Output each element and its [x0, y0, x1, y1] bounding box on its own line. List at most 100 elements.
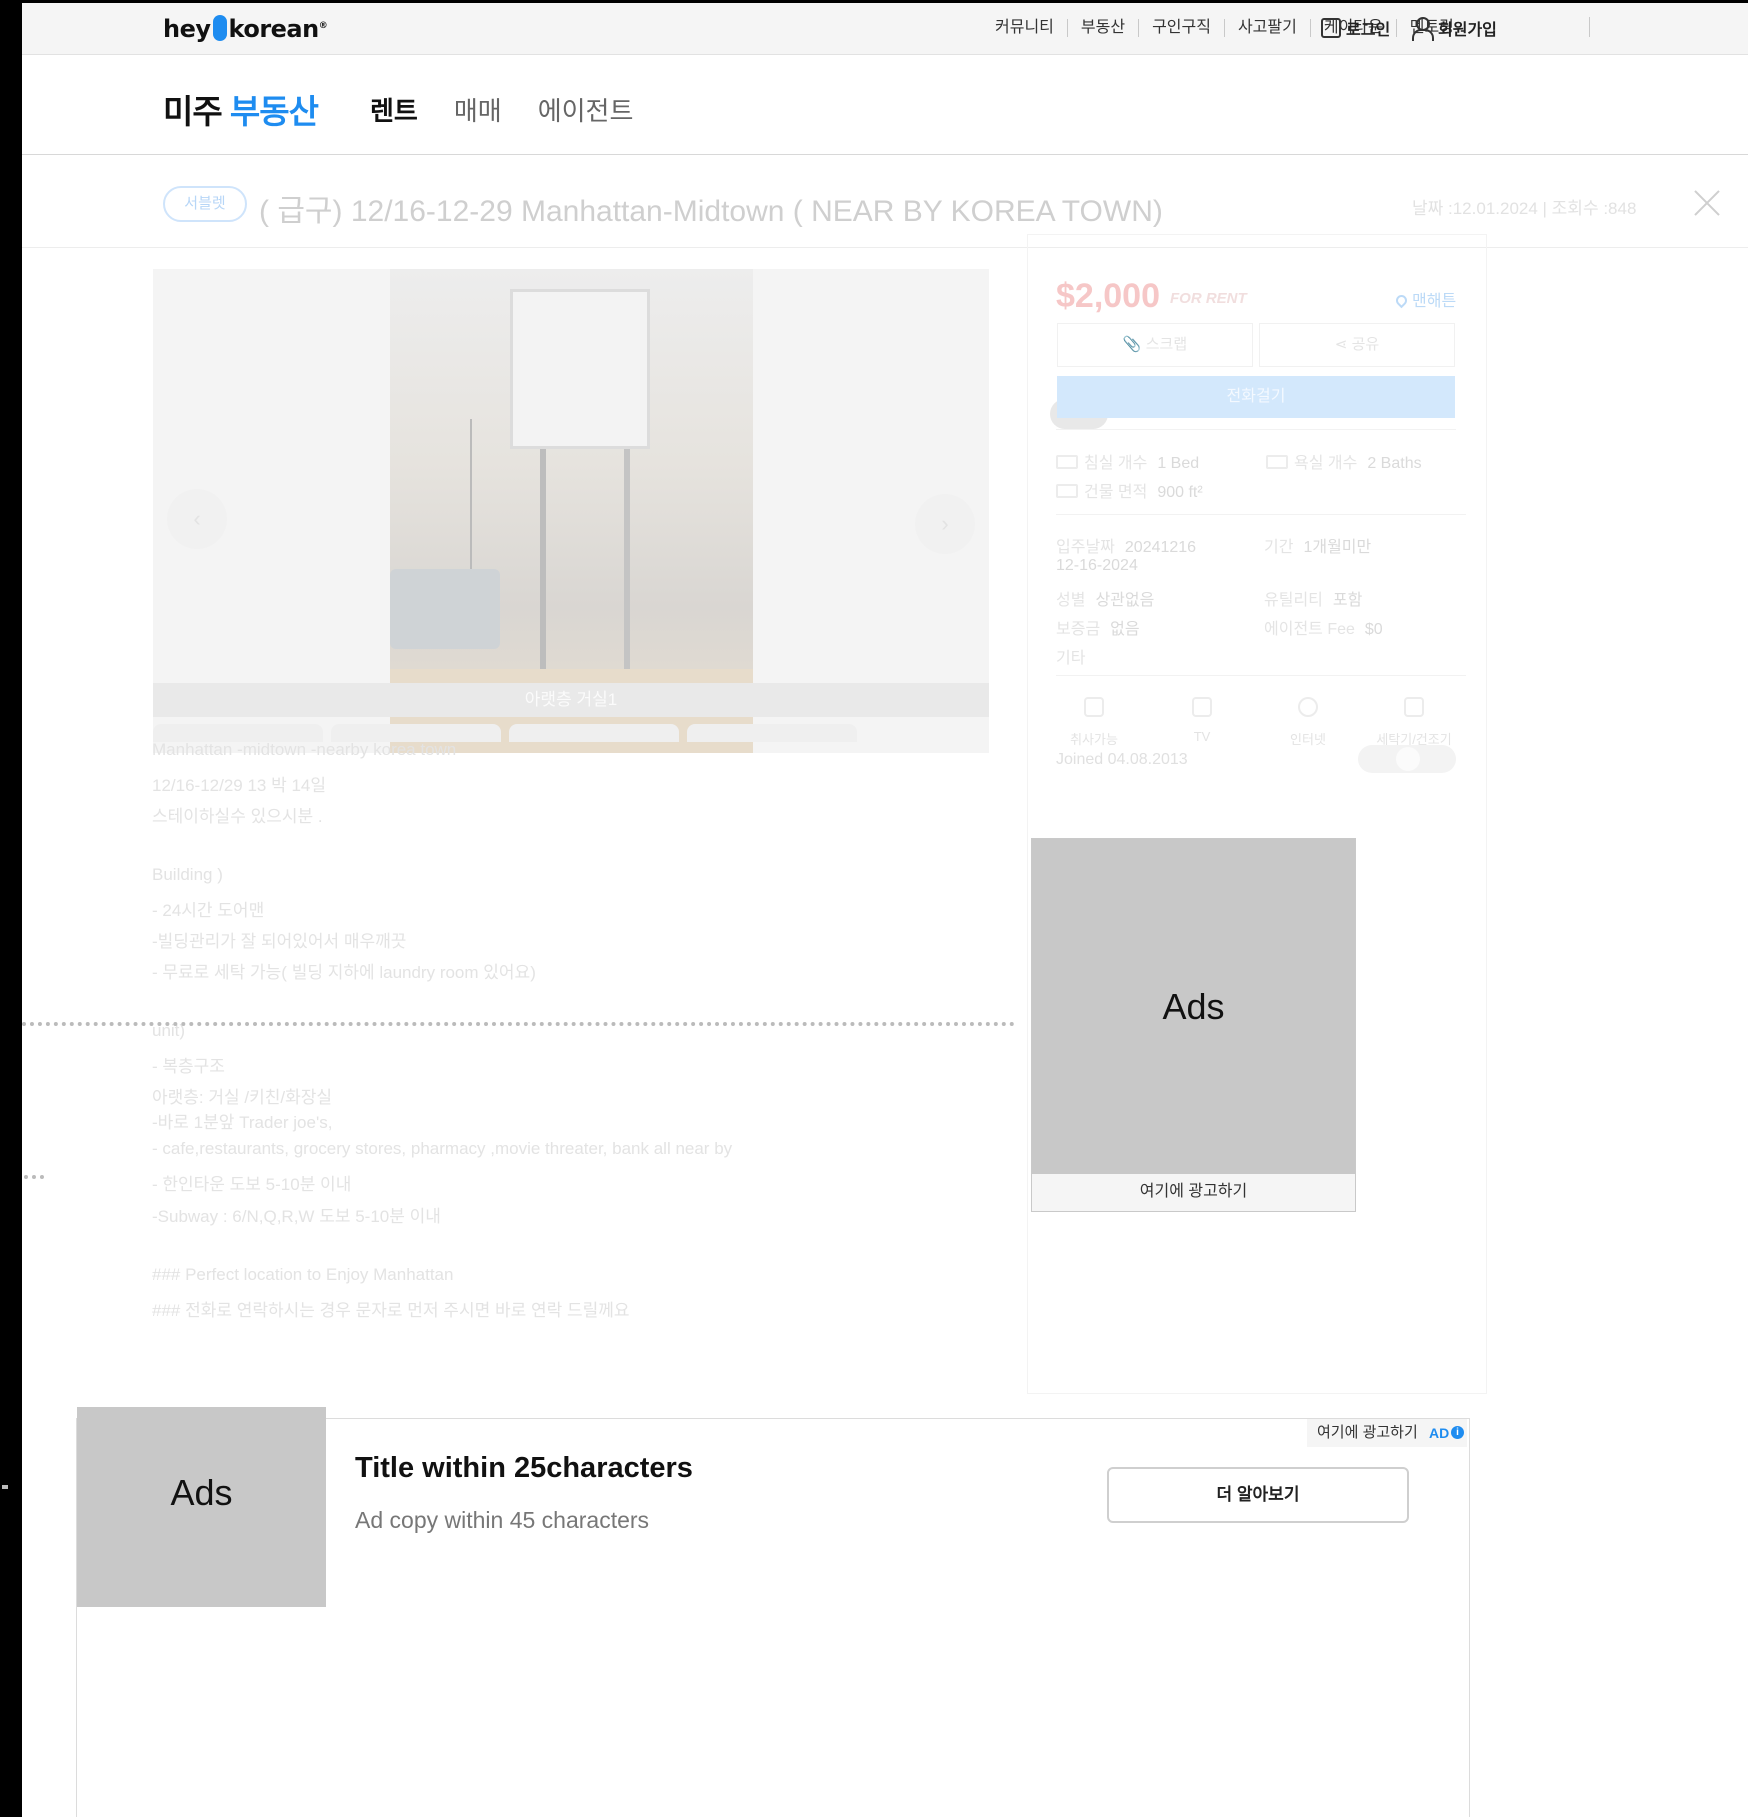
- info-icon: i: [1451, 1426, 1464, 1439]
- logo-text-hey: hey: [163, 15, 211, 43]
- banner-ad: Ads Title within 25characters Ad copy wi…: [76, 1407, 1470, 1817]
- bed-spec: 침실 개수 1 Bed: [1056, 449, 1199, 473]
- location-link[interactable]: 맨해튼: [1393, 287, 1457, 311]
- scrap-label: 스크랩: [1145, 336, 1188, 353]
- option-cooking: 취사가능: [1054, 697, 1134, 748]
- cooking-icon: [1084, 697, 1104, 717]
- top-nav: 커뮤니티 부동산 구인구직 사고팔기 케이타운 멘토링: [982, 19, 1467, 37]
- login-icon: [1321, 18, 1341, 38]
- thumbnail[interactable]: [687, 724, 857, 742]
- tab-rent[interactable]: 렌트: [370, 91, 418, 128]
- side-ad[interactable]: Ads 여기에 광고하기: [1031, 838, 1356, 1212]
- description-line: 12/16-12/29 13 박 14일: [152, 776, 327, 795]
- nav-jobs[interactable]: 구인구직: [1139, 19, 1225, 37]
- listing-type-badge: 서블렛: [163, 186, 247, 222]
- location-label: 맨해튼: [1412, 293, 1457, 310]
- logo-mark-icon: [212, 15, 227, 41]
- listing-title: ( 급구) 12/16-12-29 Manhattan-Midtown ( NE…: [259, 195, 1163, 228]
- description-line: -Subway : 6/N,Q,R,W 도보 5-10분 이내: [152, 1207, 441, 1226]
- nav-marketplace[interactable]: 사고팔기: [1225, 19, 1311, 37]
- next-arrow-icon[interactable]: ›: [915, 494, 975, 554]
- signup-button[interactable]: 회원가입: [1412, 16, 1497, 41]
- banner-advertise-link[interactable]: 여기에 광고하기: [1307, 1419, 1428, 1447]
- description-line: ### Perfect location to Enjoy Manhattan: [152, 1265, 454, 1284]
- dotted-divider-left: [24, 1175, 44, 1179]
- share-button[interactable]: ⋖ 공유: [1259, 323, 1455, 367]
- photo-caption: 아랫층 거실1: [153, 683, 989, 717]
- tab-agent[interactable]: 에이전트: [538, 91, 634, 128]
- login-button[interactable]: 로그인: [1321, 16, 1390, 40]
- gender-spec: 성별 상관없음: [1056, 592, 1155, 609]
- listing-price: $2,000: [1056, 277, 1160, 315]
- call-button[interactable]: 전화걸기: [1057, 376, 1455, 418]
- listing-photo[interactable]: [390, 269, 753, 753]
- listing-info-panel: $2,000 FOR RENT 맨해튼 📎 스크랩 ⋖ 공유 전화걸기 침실 개…: [1027, 234, 1487, 1394]
- description-line: Manhattan -midtown -nearby korea town: [152, 740, 457, 759]
- listing-title-bar: 서블렛 ( 급구) 12/16-12-29 Manhattan-Midtown …: [22, 156, 1748, 248]
- logo-text-korean: korean: [228, 15, 320, 43]
- photo-gallery: 1 / 4 ‹ ›: [153, 269, 1108, 753]
- etc-spec: 기타: [1056, 650, 1086, 667]
- description-line: - 복층구조: [152, 1057, 225, 1076]
- login-label: 로그인: [1346, 22, 1391, 39]
- globe-icon: [1298, 697, 1318, 717]
- option-laundry: 세탁기/건조기: [1374, 697, 1454, 748]
- signup-label: 회원가입: [1438, 22, 1497, 39]
- learn-more-button[interactable]: 더 알아보기: [1107, 1467, 1409, 1523]
- close-icon[interactable]: [1690, 186, 1724, 220]
- description-line: - cafe,restaurants, grocery stores, phar…: [152, 1139, 733, 1158]
- banner-ad-copy: Ad copy within 45 characters: [355, 1507, 650, 1533]
- bath-spec: 욕실 개수 2 Baths: [1266, 449, 1422, 473]
- description-line: - 한인타운 도보 5-10분 이내: [152, 1175, 352, 1194]
- listing-meta: 날짜 :12.01.2024 | 조회수 :848: [1412, 199, 1637, 218]
- browser-frame: hey korean® 커뮤니티 부동산 구인구직 사고팔기 케이타운 멘토링 로…: [22, 3, 1748, 1817]
- description-line: - 무료로 세탁 가능( 빌딩 지하에 laundry room 있어요): [152, 963, 536, 982]
- description-line: ### 전화로 연락하시는 경우 문자로 먼저 주시면 바로 연락 드릴께요: [152, 1301, 630, 1320]
- area-icon: [1056, 484, 1078, 498]
- heykorean-logo[interactable]: hey korean®: [163, 15, 328, 43]
- dotted-divider: [22, 1022, 1015, 1026]
- tab-sale[interactable]: 매매: [454, 91, 502, 128]
- banner-ad-title: Title within 25characters: [355, 1452, 693, 1484]
- deposit-spec: 보증금 없음: [1056, 621, 1140, 638]
- side-ad-placeholder[interactable]: Ads: [1032, 839, 1355, 1174]
- bed-icon: [1056, 455, 1078, 469]
- banner-ad-placeholder[interactable]: Ads: [77, 1407, 326, 1607]
- area-spec: 건물 면적 900 ft²: [1056, 478, 1203, 502]
- period-spec: 기간 1개월미만: [1264, 539, 1372, 556]
- top-utility-bar: hey korean® 커뮤니티 부동산 구인구직 사고팔기 케이타운 멘토링 로…: [22, 3, 1748, 55]
- price-type: FOR RENT: [1170, 290, 1247, 307]
- nav-real-estate[interactable]: 부동산: [1068, 19, 1140, 37]
- bathtub-icon: [1266, 455, 1288, 469]
- description-line: 스테이하실수 있으시분 .: [152, 807, 323, 826]
- section-header: 미주 부동산 렌트 매매 에이전트: [22, 55, 1748, 155]
- thumbnail[interactable]: [509, 724, 679, 742]
- section-tabs: 렌트 매매 에이전트: [370, 91, 633, 128]
- option-internet: 인터넷: [1268, 697, 1348, 748]
- utility-spec: 유틸리티 포함: [1264, 592, 1363, 609]
- nav-community[interactable]: 커뮤니티: [982, 19, 1068, 37]
- option-tv: TV: [1162, 697, 1242, 744]
- panel-toggle[interactable]: [1358, 745, 1456, 773]
- prev-arrow-icon[interactable]: ‹: [167, 489, 227, 549]
- side-ad-advertise-link[interactable]: 여기에 광고하기: [1032, 1175, 1355, 1211]
- movein-spec: 입주날짜 20241216: [1056, 539, 1197, 556]
- scrap-button[interactable]: 📎 스크랩: [1057, 323, 1253, 367]
- map-pin-icon: [1393, 292, 1410, 309]
- description-line: -바로 1분앞 Trader joe's,: [152, 1113, 333, 1132]
- brand-accent: 부동산: [229, 93, 319, 130]
- edge-dot: [2, 1485, 8, 1489]
- user-add-icon: [1412, 17, 1434, 41]
- washer-icon: [1404, 697, 1424, 717]
- share-label: 공유: [1351, 336, 1380, 353]
- section-brand[interactable]: 미주 부동산: [163, 85, 319, 133]
- member-joined: Joined 04.08.2013: [1056, 751, 1188, 768]
- ad-tag[interactable]: AD i: [1423, 1419, 1467, 1447]
- description-line: -빌딩관리가 잘 되어있어서 매우깨끗: [152, 932, 407, 951]
- agent-fee-spec: 에이전트 Fee $0: [1264, 621, 1383, 638]
- description-line: Building ): [152, 865, 223, 884]
- brand-prefix: 미주: [163, 93, 223, 130]
- auth-divider: [1589, 17, 1590, 37]
- description-line: 아랫층: 거실 /키친/화장실: [152, 1088, 333, 1107]
- tv-icon: [1192, 697, 1212, 717]
